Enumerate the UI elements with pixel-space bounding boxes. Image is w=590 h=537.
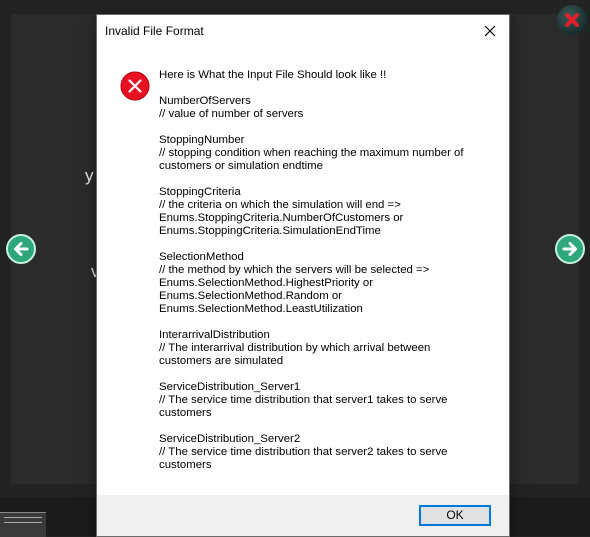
next-button[interactable]	[555, 234, 585, 264]
message-line: // the method by which the servers will …	[159, 264, 430, 276]
message-line: ServiceDistribution_Server2	[159, 433, 301, 445]
message-line: NumberOfServers	[159, 95, 251, 107]
message-line: Enums.SelectionMethod.LeastUtilization	[159, 303, 363, 315]
message-gap	[159, 121, 499, 134]
message-line: Enums.SelectionMethod.Random or	[159, 290, 342, 302]
message-line: customers or simulation endtime	[159, 160, 323, 172]
message-line: Enums.StoppingCriteria.SimulationEndTime	[159, 225, 381, 237]
message-line: InterarrivalDistribution	[159, 329, 270, 341]
ok-button[interactable]: OK	[419, 505, 491, 526]
dialog-titlebar: Invalid File Format	[97, 15, 509, 47]
arrow-left-icon	[14, 242, 29, 256]
dialog-close-button[interactable]	[477, 19, 503, 43]
message-dialog: Invalid File Format Here is What the Inp…	[97, 15, 509, 536]
message-line: // The interarrival distribution by whic…	[159, 342, 431, 354]
message-line: StoppingNumber	[159, 134, 245, 146]
message-line: customers are simulated	[159, 355, 284, 367]
message-line: // stopping condition when reaching the …	[159, 147, 464, 159]
message-line: customers	[159, 459, 212, 471]
message-line: SelectionMethod	[159, 251, 244, 263]
message-line: Enums.SelectionMethod.HighestPriority or	[159, 277, 373, 289]
message-gap	[159, 82, 499, 95]
message-gap	[159, 368, 499, 381]
dialog-message: Here is What the Input File Should look …	[159, 69, 499, 472]
error-icon	[120, 71, 150, 101]
message-line: Enums.StoppingCriteria.NumberOfCustomers…	[159, 212, 404, 224]
arrow-right-icon	[562, 242, 577, 256]
close-icon	[565, 13, 579, 27]
message-gap	[159, 316, 499, 329]
message-gap	[159, 238, 499, 251]
close-icon	[484, 25, 496, 37]
background-thumbnail	[0, 512, 46, 537]
background-text: y	[85, 166, 94, 185]
previous-button[interactable]	[6, 234, 36, 264]
message-line: // the criteria on which the simulation …	[159, 199, 401, 211]
message-line: customers	[159, 407, 212, 419]
message-line: // The service time distribution that se…	[159, 446, 448, 458]
message-gap	[159, 420, 499, 433]
message-line: StoppingCriteria	[159, 186, 241, 198]
dialog-title: Invalid File Format	[105, 24, 204, 38]
message-line: // value of number of servers	[159, 108, 304, 120]
app-close-button[interactable]	[557, 5, 587, 35]
message-gap	[159, 173, 499, 186]
message-line: ServiceDistribution_Server1	[159, 381, 301, 393]
message-line: // The service time distribution that se…	[159, 394, 448, 406]
message-line: Here is What the Input File Should look …	[159, 69, 387, 81]
